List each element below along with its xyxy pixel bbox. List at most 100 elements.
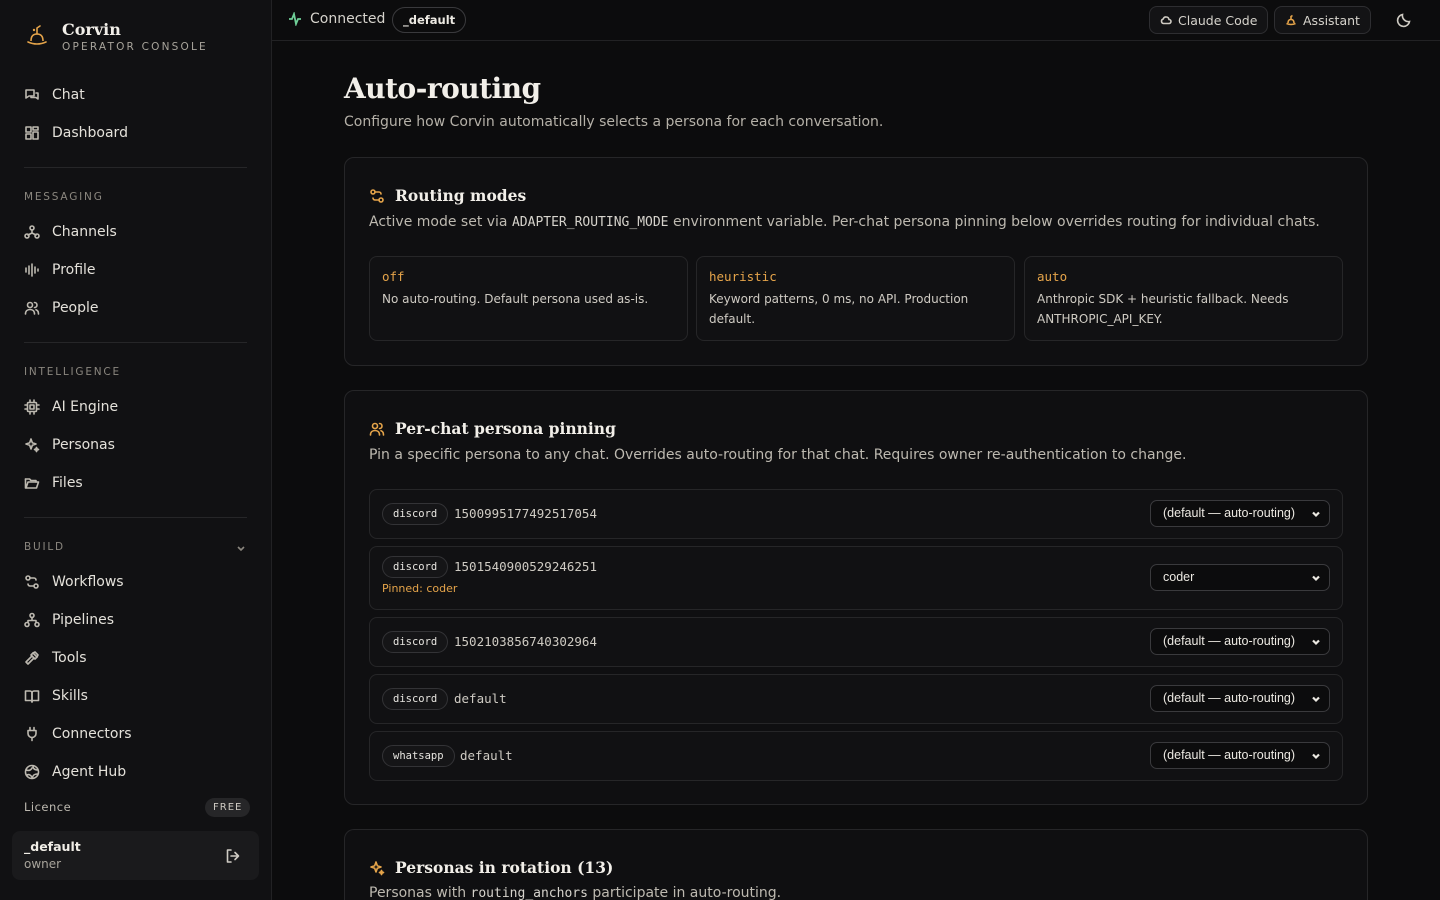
chat-row: whatsapp default (default — auto-routing… (369, 731, 1343, 781)
sidebar-item-label: Pipelines (52, 612, 115, 628)
routing-modes-card: Routing modes Active mode set via ADAPTE… (344, 157, 1368, 366)
sidebar-item-channels[interactable]: Channels (24, 219, 117, 245)
chevron-down-icon[interactable] (236, 543, 246, 553)
sidebar-item-dashboard[interactable]: Dashboard (24, 120, 128, 146)
connection-status: Connected (288, 11, 385, 27)
platform-chip: whatsapp (382, 745, 455, 767)
topbar: Connected _default Claude Code Assistant (272, 0, 1440, 41)
section-label-messaging: MESSAGING (24, 191, 104, 203)
sidebar-item-personas[interactable]: Personas (24, 432, 115, 458)
persona-select-value: (default — auto-routing) (1163, 691, 1296, 705)
channels-icon (24, 225, 40, 239)
chat-row: discord 1501540900529246251 Pinned: code… (369, 546, 1343, 610)
env-var-code: ADAPTER_ROUTING_MODE (511, 215, 669, 230)
cpu-icon (24, 399, 40, 415)
chevron-down-icon (1312, 639, 1320, 646)
user-card: _default owner (12, 831, 259, 880)
platform-chip: discord (382, 503, 449, 525)
platform-chip: discord (382, 556, 449, 578)
hammer-icon (25, 651, 39, 665)
mode-box-heuristic: heuristic Keyword patterns, 0 ms, no API… (696, 256, 1015, 341)
sidebar-item-label: Personas (52, 437, 115, 453)
persona-select[interactable]: (default — auto-routing) (1150, 500, 1330, 527)
chat-row: discord 1502103856740302964 (default — a… (369, 617, 1343, 667)
licence-badge: FREE (205, 798, 251, 817)
claude-code-label: Claude Code (1178, 12, 1258, 28)
moon-icon[interactable] (1396, 12, 1412, 28)
chat-id: 1500995177492517054 (454, 506, 597, 521)
sidebar-item-workflows[interactable]: Workflows (24, 569, 124, 595)
sidebar-item-label: AI Engine (52, 399, 119, 415)
mode-box-auto: auto Anthropic SDK + heuristic fallback.… (1024, 256, 1343, 341)
routing-anchors-code: routing_anchors (470, 886, 588, 900)
sidebar-item-label: Workflows (52, 574, 124, 590)
app-name: Corvin (62, 20, 121, 39)
sidebar-item-files[interactable]: Files (24, 470, 83, 496)
assistant-icon (1286, 14, 1296, 26)
chat-row: discord 1500995177492517054 (default — a… (369, 489, 1343, 539)
user-name: _default (24, 839, 81, 854)
sidebar-item-agent-hub[interactable]: Agent Hub (24, 759, 126, 785)
chat-id: default (454, 691, 507, 706)
sidebar-item-chat[interactable]: Chat (24, 82, 85, 108)
mode-name: off (382, 269, 405, 284)
persona-select-value: coder (1163, 570, 1195, 584)
people-icon (369, 422, 385, 436)
routing-modes-title: Routing modes (395, 186, 527, 205)
persona-select[interactable]: (default — auto-routing) (1150, 685, 1330, 712)
personas-rotation-card: Personas in rotation (13) Personas with … (344, 829, 1368, 900)
assistant-button[interactable]: Assistant (1274, 6, 1371, 34)
routing-modes-description: Active mode set via ADAPTER_ROUTING_MODE… (369, 214, 1320, 230)
card-title: Per-chat persona pinning (369, 419, 616, 438)
sidebar-item-profile[interactable]: Profile (24, 257, 96, 283)
sidebar-item-label: Profile (52, 262, 96, 278)
mode-description: Keyword patterns, 0 ms, no API. Producti… (709, 292, 969, 326)
brand[interactable]: Corvin OPERATOR CONSOLE (24, 20, 208, 54)
sidebar-item-connectors[interactable]: Connectors (24, 721, 132, 747)
waveform-icon (25, 263, 39, 277)
section-label-intelligence: INTELLIGENCE (24, 366, 121, 378)
sidebar: Corvin OPERATOR CONSOLE Chat Dashboard M… (0, 0, 272, 900)
chat-row: discord default (default — auto-routing) (369, 674, 1343, 724)
assistant-label: Assistant (1303, 12, 1360, 28)
platform-chip: discord (382, 631, 449, 653)
sidebar-item-label: Connectors (52, 726, 132, 742)
persona-select[interactable]: (default — auto-routing) (1150, 742, 1330, 769)
licence-label: Licence (24, 800, 72, 814)
sidebar-item-people[interactable]: People (24, 295, 99, 321)
chat-id: 1502103856740302964 (454, 634, 597, 649)
sparkles-icon (370, 860, 385, 875)
folder-icon (24, 478, 40, 489)
chat-id: default (460, 748, 513, 763)
book-icon (24, 690, 40, 703)
mode-description: No auto-routing. Default persona used as… (382, 292, 649, 306)
persona-select[interactable]: (default — auto-routing) (1150, 628, 1330, 655)
workspace-chip[interactable]: _default (392, 7, 467, 33)
persona-select[interactable]: coder (1150, 564, 1330, 591)
rotation-title: Personas in rotation (13) (395, 858, 614, 877)
chevron-down-icon (1312, 575, 1320, 582)
chevron-down-icon (1312, 753, 1320, 760)
logout-icon[interactable] (225, 848, 241, 864)
sidebar-item-skills[interactable]: Skills (24, 683, 88, 709)
sidebar-item-label: Agent Hub (52, 764, 127, 780)
card-title: Personas in rotation (13) (369, 858, 613, 877)
sidebar-item-tools[interactable]: Tools (24, 645, 87, 671)
page-title: Auto-routing (344, 72, 541, 105)
sidebar-item-label: Dashboard (52, 125, 128, 141)
sidebar-divider (24, 167, 247, 168)
pinning-title: Per-chat persona pinning (395, 419, 616, 438)
card-title: Routing modes (369, 186, 526, 205)
rotation-description: Personas with routing_anchors participat… (369, 885, 781, 900)
page-subtitle: Configure how Corvin automatically selec… (344, 114, 884, 130)
chat-icon (25, 89, 39, 100)
sidebar-item-pipelines[interactable]: Pipelines (24, 607, 114, 633)
description-text: participate in auto-routing. (587, 885, 782, 900)
sidebar-item-ai-engine[interactable]: AI Engine (24, 394, 118, 420)
claude-code-button[interactable]: Claude Code (1149, 6, 1269, 34)
mode-description: Anthropic SDK + heuristic fallback. Need… (1037, 292, 1289, 326)
description-text: Active mode set via (369, 214, 512, 230)
connection-status-label: Connected (310, 11, 386, 27)
activity-icon (289, 12, 301, 26)
section-label-build[interactable]: BUILD (24, 541, 65, 553)
